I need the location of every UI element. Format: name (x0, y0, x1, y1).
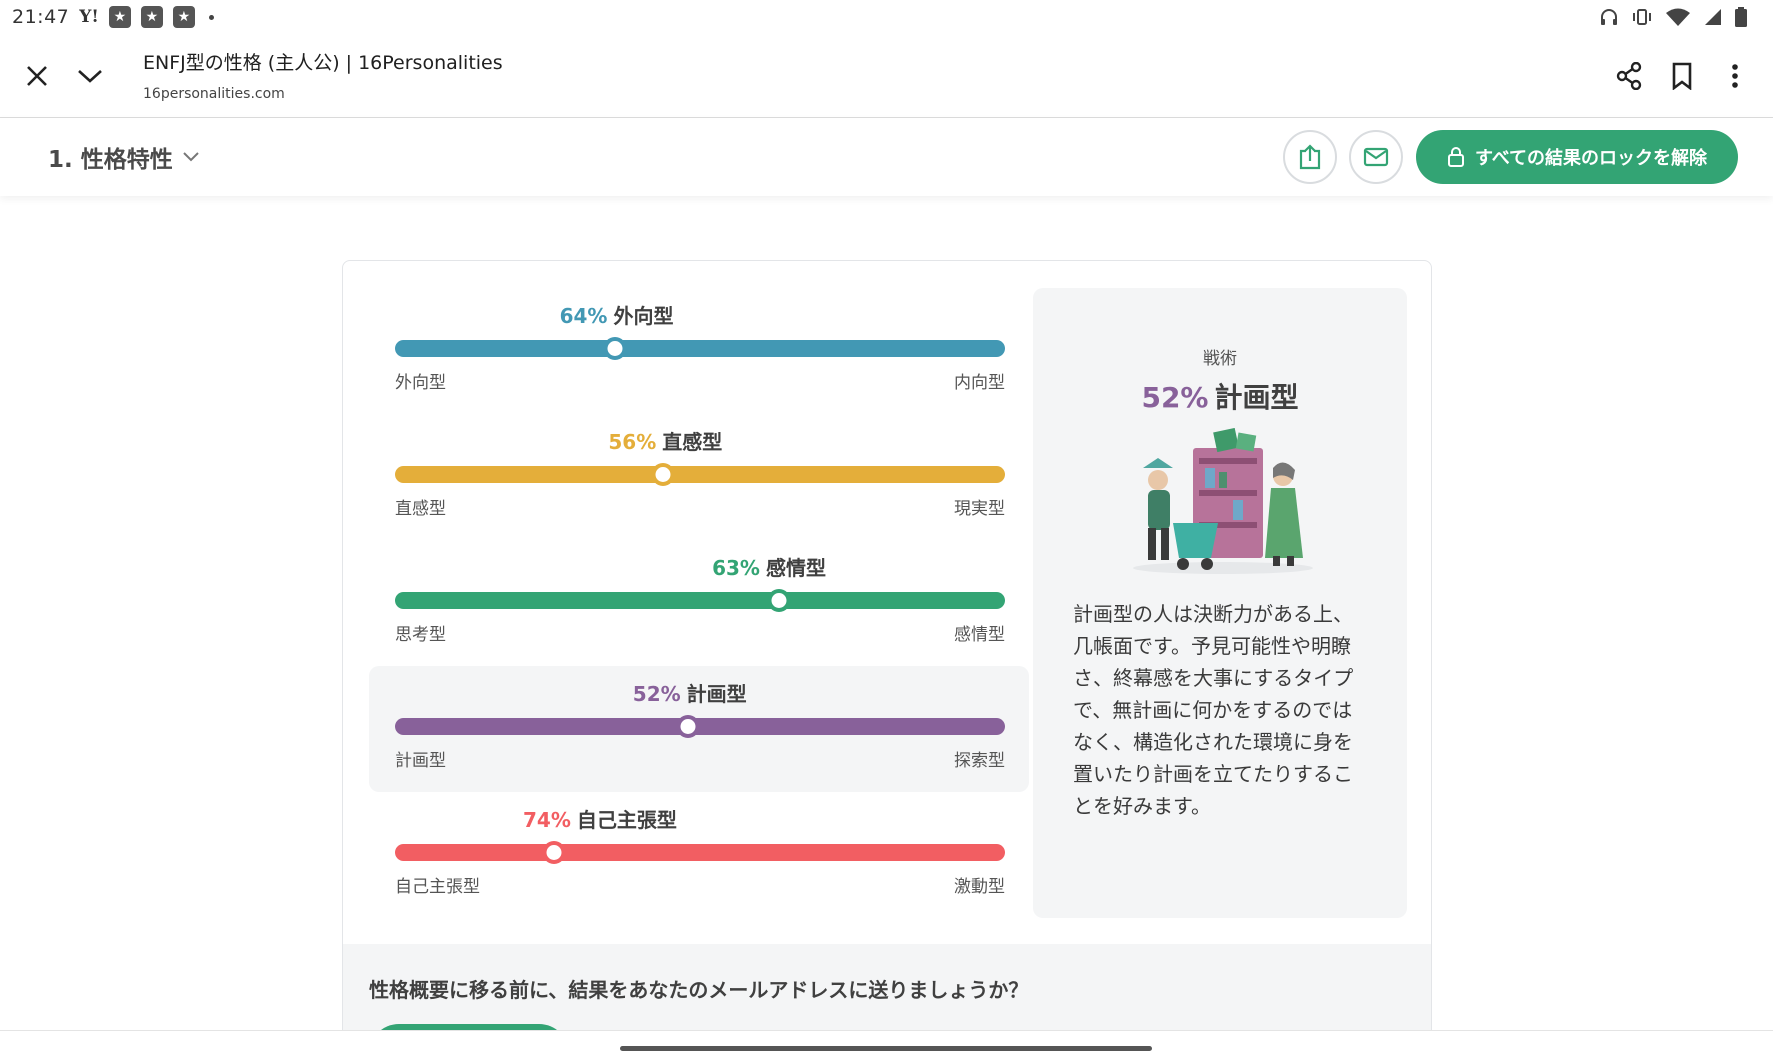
close-icon (27, 66, 47, 86)
bookmark-button[interactable] (1658, 52, 1706, 100)
trait-name: 直感型 (662, 430, 723, 454)
trait-category: 戦術 (1203, 349, 1237, 369)
trait-bar[interactable] (395, 589, 1005, 612)
app-notification-icon: ★ (108, 6, 131, 28)
more-notifications-dot (208, 14, 214, 20)
gesture-handle[interactable] (620, 1046, 1152, 1051)
wifi-icon (1666, 8, 1690, 26)
trait-detail-name: 計画型 (1214, 381, 1299, 414)
trait-bar-marker (603, 337, 627, 360)
trait-percent: 56% (608, 430, 657, 454)
tab-title: ENFJ型の性格 (主人公) | 16Personalities (143, 52, 503, 74)
trait-item[interactable]: 52% 計画型 計画型 探索型 (369, 666, 1029, 792)
trait-detail-title: 52% 計画型 (1033, 376, 1407, 416)
trait-right-label: 激動型 (954, 877, 1005, 897)
yahoo-icon: Y! (79, 7, 99, 27)
trait-description: 計画型の人は決断力がある上、几帳面です。予見可能性や明瞭さ、終幕感を大事にするタ… (1073, 602, 1354, 818)
app-notification-icon: ★ (140, 6, 163, 28)
app-notification-icon: ★ (172, 6, 195, 28)
minimize-tab-button[interactable] (66, 52, 114, 100)
trait-right-label: 感情型 (954, 625, 1005, 645)
status-bar: 21:47 Y! ★ ★ ★ (0, 0, 1773, 34)
section-dropdown-label: 1. 性格特性 (48, 147, 173, 173)
trait-left-label: 外向型 (395, 373, 446, 393)
custom-tab-toolbar: ENFJ型の性格 (主人公) | 16Personalities 16perso… (0, 34, 1773, 118)
trait-right-label: 現実型 (954, 499, 1005, 519)
trait-title: 52% 計画型 (369, 678, 1029, 707)
email-results-button[interactable] (1349, 130, 1403, 184)
trait-bar[interactable] (395, 841, 1005, 864)
signal-icon (1705, 9, 1721, 25)
close-tab-button[interactable] (13, 52, 61, 100)
mail-icon (1363, 147, 1389, 167)
export-button[interactable] (1283, 130, 1337, 184)
battery-icon (1735, 7, 1747, 27)
personality-traits-card: 64% 外向型 外向型 内向型 56% 直感型 直感型 現実型 63% 感情型 思考型 (342, 260, 1432, 1063)
chevron-down-icon (78, 70, 102, 83)
trait-bar[interactable] (395, 715, 1005, 738)
trait-right-label: 探索型 (954, 751, 1005, 771)
trait-percent: 64% (559, 304, 608, 328)
trait-name: 計画型 (686, 682, 747, 706)
trait-left-label: 思考型 (395, 625, 446, 645)
section-dropdown[interactable]: 1. 性格特性 (48, 140, 199, 174)
trait-right-label: 内向型 (954, 373, 1005, 393)
trait-item[interactable]: 64% 外向型 外向型 内向型 (369, 288, 1029, 414)
tab-url: 16personalities.com (143, 86, 285, 102)
trait-item[interactable]: 74% 自己主張型 自己主張型 激動型 (369, 792, 1029, 918)
share-icon (1616, 62, 1642, 90)
system-navigation-area (0, 1030, 1773, 1063)
trait-left-label: 直感型 (395, 499, 446, 519)
trait-bar[interactable] (395, 337, 1005, 360)
trait-bar-marker (676, 715, 700, 738)
trait-name: 感情型 (765, 556, 826, 580)
trait-name: 自己主張型 (576, 808, 677, 832)
share-button[interactable] (1605, 52, 1653, 100)
planner-illustration (1133, 428, 1313, 574)
trait-item[interactable]: 63% 感情型 思考型 感情型 (369, 540, 1029, 666)
more-options-button[interactable] (1711, 52, 1759, 100)
trait-percent: 63% (712, 556, 760, 580)
status-time: 21:47 (12, 6, 70, 28)
trait-item[interactable]: 56% 直感型 直感型 現実型 (369, 414, 1029, 540)
chevron-down-icon (183, 152, 199, 162)
email-prompt-text: 性格概要に移る前に、結果をあなたのメールアドレスに送りましょうか？ (369, 978, 1029, 1002)
trait-detail-panel: 戦術 52% 計画型 計画型の人は決断力がある上、几帳面です。予見可能性や明瞭さ… (1033, 288, 1407, 918)
trait-name: 外向型 (613, 304, 674, 328)
trait-bar-marker (767, 589, 791, 612)
vibrate-icon (1633, 9, 1651, 25)
trait-title: 63% 感情型 (369, 552, 1029, 581)
headset-icon (1601, 9, 1617, 25)
bookmark-icon (1672, 62, 1692, 90)
trait-left-label: 計画型 (395, 751, 446, 771)
trait-bar[interactable] (395, 463, 1005, 486)
more-vert-icon (1732, 64, 1738, 88)
export-icon (1299, 144, 1321, 170)
lock-icon (1447, 147, 1464, 167)
trait-title: 74% 自己主張型 (369, 804, 1029, 833)
trait-bar-marker (542, 841, 566, 864)
trait-percent: 74% (523, 808, 571, 832)
trait-title: 64% 外向型 (369, 300, 1029, 329)
trait-title: 56% 直感型 (369, 426, 1029, 455)
trait-percent: 52% (632, 682, 681, 706)
unlock-label: すべての結果のロックを解除 (1474, 148, 1708, 169)
trait-left-label: 自己主張型 (395, 877, 480, 897)
unlock-all-results-button[interactable]: すべての結果のロックを解除 (1416, 130, 1738, 184)
tab-title-block: ENFJ型の性格 (主人公) | 16Personalities 16perso… (143, 48, 503, 102)
trait-bar-marker (651, 463, 675, 486)
trait-detail-percent: 52% (1141, 381, 1209, 414)
results-sticky-header: 1. 性格特性 すべての結果のロックを解除 (0, 118, 1773, 196)
